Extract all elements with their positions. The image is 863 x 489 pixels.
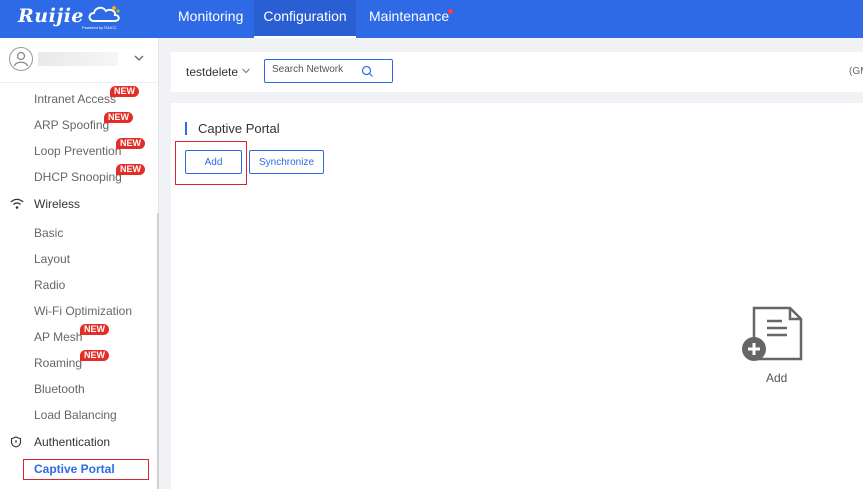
avatar (9, 47, 33, 71)
wifi-icon (10, 198, 24, 209)
chevron-down-icon[interactable] (241, 67, 251, 75)
title-accent (185, 122, 187, 135)
sidebar-item-bluetooth[interactable]: Bluetooth (34, 382, 85, 396)
network-select[interactable]: testdelete (186, 65, 238, 79)
sidebar-item-roaming[interactable]: Roaming (34, 356, 82, 370)
sidebar: Intranet Access NEW ARP Spoofing NEW Loo… (0, 38, 159, 489)
nav-configuration[interactable]: Configuration (254, 0, 356, 38)
add-document-icon (742, 306, 803, 361)
sidebar-item-basic[interactable]: Basic (34, 226, 63, 240)
network-bar: testdelete (GM (171, 52, 863, 92)
search-input[interactable] (272, 64, 357, 75)
empty-state-add[interactable]: Add (739, 305, 809, 395)
ruijie-logo[interactable]: Ruijie Powered by RAICC (18, 3, 128, 35)
new-badge: NEW (104, 112, 133, 123)
new-badge: NEW (110, 86, 139, 97)
brand-tagline: Powered by RAICC (82, 25, 117, 30)
new-badge: NEW (116, 164, 145, 175)
sidebar-item-intranet-access[interactable]: Intranet Access (34, 92, 116, 106)
sidebar-item-wifi-optimization[interactable]: Wi-Fi Optimization (34, 304, 132, 318)
synchronize-button[interactable]: Synchronize (249, 150, 324, 174)
timezone-text: (GM (849, 66, 863, 77)
page-title: Captive Portal (198, 121, 280, 136)
sidebar-divider (0, 82, 158, 83)
sidebar-item-captive-portal[interactable]: Captive Portal (23, 459, 149, 480)
top-navigation-bar: Ruijie Powered by RAICC Monitoring Confi… (0, 0, 863, 38)
notification-dot (448, 9, 453, 14)
nav-monitoring[interactable]: Monitoring (178, 0, 243, 38)
brand-name: Ruijie (18, 5, 85, 27)
main-panel: Captive Portal Add Synchronize Add (171, 103, 863, 489)
cloud-icon (88, 6, 120, 22)
sidebar-item-loop-prevention[interactable]: Loop Prevention (34, 144, 121, 158)
search-network-box[interactable] (264, 59, 393, 83)
sidebar-group-authentication[interactable]: Authentication (34, 435, 110, 449)
sidebar-item-dhcp-snooping[interactable]: DHCP Snooping (34, 170, 122, 184)
sidebar-scrollbar[interactable] (157, 213, 159, 489)
user-icon (13, 51, 29, 67)
sidebar-item-layout[interactable]: Layout (34, 252, 70, 266)
shield-icon (10, 436, 22, 448)
nav-maintenance[interactable]: Maintenance (369, 0, 449, 38)
sidebar-item-radio[interactable]: Radio (34, 278, 65, 292)
new-badge: NEW (80, 324, 109, 335)
add-button[interactable]: Add (185, 150, 242, 174)
user-name-redacted (38, 52, 118, 66)
empty-state-add-label: Add (766, 371, 788, 385)
sidebar-item-arp-spoofing[interactable]: ARP Spoofing (34, 118, 109, 132)
user-selector[interactable] (0, 38, 158, 82)
sidebar-item-load-balancing[interactable]: Load Balancing (34, 408, 117, 422)
new-badge: NEW (80, 350, 109, 361)
new-badge: NEW (116, 138, 145, 149)
search-icon[interactable] (361, 65, 374, 78)
sidebar-item-ap-mesh[interactable]: AP Mesh (34, 330, 82, 344)
sidebar-group-wireless[interactable]: Wireless (34, 197, 80, 211)
chevron-down-icon[interactable] (132, 51, 146, 65)
